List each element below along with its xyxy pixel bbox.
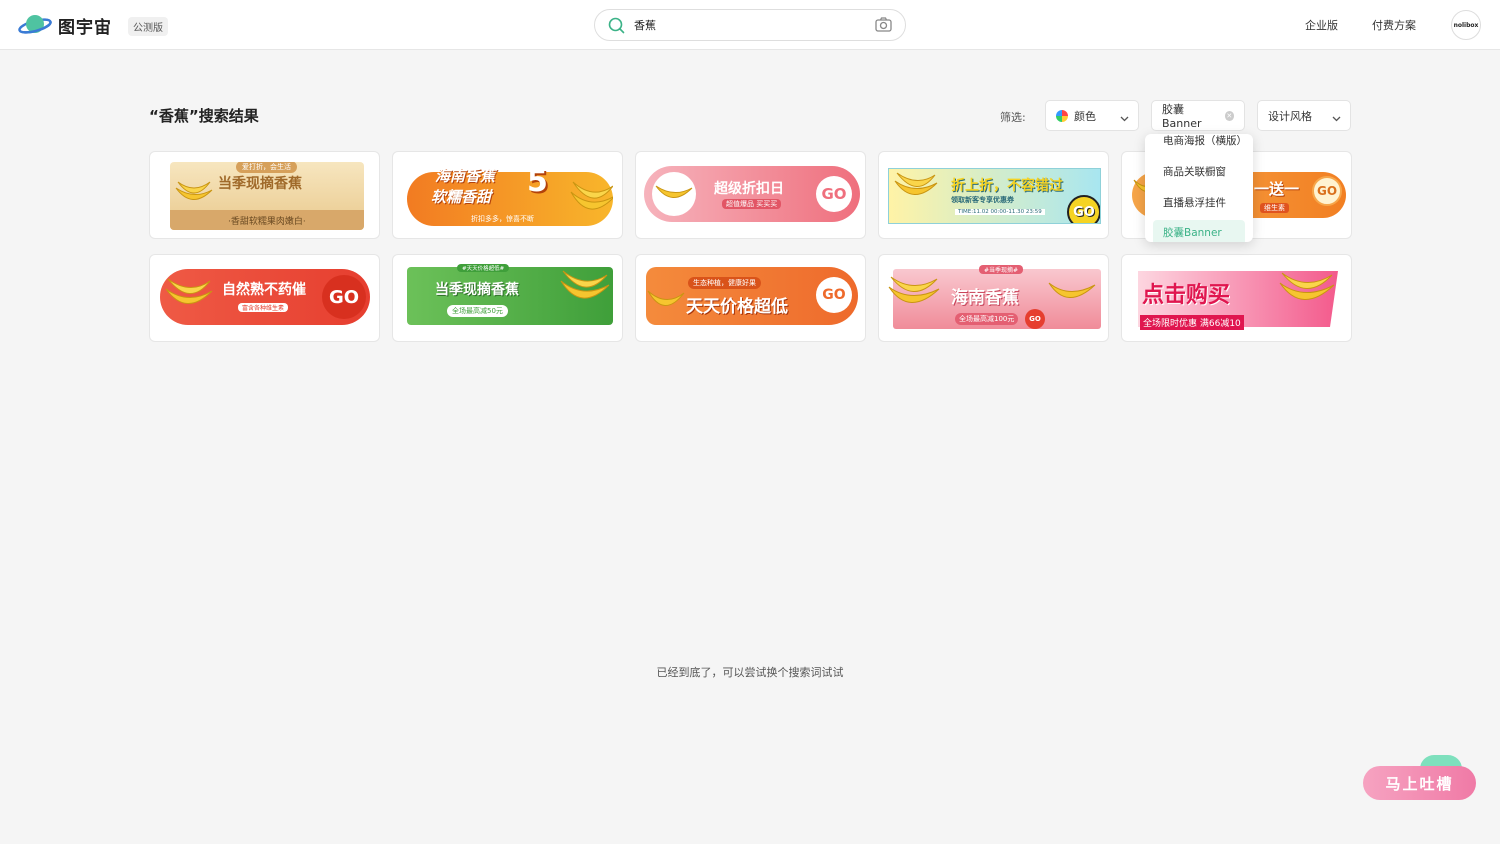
banner-tag: #当季现摘# [979, 265, 1024, 274]
search-box[interactable] [594, 9, 906, 41]
banana-icon [164, 277, 214, 321]
chevron-down-icon [1120, 112, 1129, 125]
banner-title: 海南香蕉 [435, 167, 496, 185]
banana-icon [172, 176, 214, 214]
banner-image: 自然熟不药催 富含各种维生素 GO [160, 269, 370, 325]
banana-icon [567, 178, 613, 226]
go-button: GO [816, 277, 852, 313]
type-filter-button[interactable]: 胶囊Banner ✕ [1151, 100, 1245, 131]
go-button: GO [1312, 176, 1342, 206]
banner-title: 海南香蕉 [951, 288, 1019, 308]
banner-title-2: 软糯香甜 [431, 188, 492, 206]
top-header: 图宇宙 公测版 企业版 付费方案 nolibox [0, 0, 1500, 50]
dropdown-item-live-widget[interactable]: 直播悬浮挂件 [1153, 190, 1245, 216]
banner-subtitle: 全场最高减100元 [955, 313, 1019, 325]
banner-tag: 爱打折，会生活 [236, 162, 297, 173]
go-button: GO [816, 176, 852, 212]
go-button: GO [1067, 195, 1100, 223]
style-filter-button[interactable]: 设计风格 [1257, 100, 1351, 131]
banner-subtitle: 生态种植，健康好果 [688, 277, 761, 289]
banana-icon [557, 267, 611, 317]
end-of-results-message: 已经到底了，可以尝试换个搜索词试试 [656, 666, 844, 679]
dropdown-item-showcase[interactable]: 商品关联橱窗 [1153, 159, 1245, 185]
banner-subtitle: 全场限时优惠 满66减10 [1140, 315, 1244, 330]
type-filter-label: 胶囊Banner [1162, 103, 1202, 130]
banner-title: 当季现摘香蕉 [218, 176, 302, 192]
banner-title: 自然熟不药催 [222, 282, 306, 298]
banner-title: 超级折扣日 [714, 181, 784, 197]
banner-subtitle: 富含各种维生素 [238, 303, 289, 312]
banner-title: 折上折，不容错过 [951, 178, 1063, 194]
type-filter-dropdown: 电商海报（横版） 商品关联橱窗 直播悬浮挂件 胶囊Banner [1145, 134, 1253, 242]
user-avatar[interactable]: nolibox [1451, 10, 1481, 40]
result-card[interactable]: #天天价格超低# 当季现摘香蕉 全场最高减50元 [392, 254, 623, 342]
banana-icon [1045, 271, 1097, 315]
banana-icon [893, 171, 939, 211]
banana-icon [654, 178, 694, 212]
banner-subtitle: 维生素 [1260, 203, 1289, 213]
result-card[interactable]: 自然熟不药催 富含各种维生素 GO [149, 254, 380, 342]
banner-subtitle: 全场最高减50元 [447, 305, 508, 317]
banana-icon [1276, 269, 1336, 319]
banner-image: 超级折扣日 超值爆品 买买买 GO [644, 166, 860, 222]
result-card[interactable]: #当季现摘# 海南香蕉 全场最高减100元 GO [878, 254, 1109, 342]
go-button: GO [1025, 309, 1045, 329]
result-card[interactable]: 点击购买 全场限时优惠 满66减10 [1121, 254, 1352, 342]
nav-pricing-link[interactable]: 付费方案 [1372, 17, 1416, 33]
search-icon[interactable] [608, 17, 625, 38]
banner-subtitle: 超值爆品 买买买 [722, 199, 782, 209]
result-card[interactable]: 生态种植，健康好果 天天价格超低 GO [635, 254, 866, 342]
banana-icon [646, 279, 686, 323]
chevron-down-icon [1332, 112, 1341, 125]
banner-image: 生态种植，健康好果 天天价格超低 GO [646, 267, 858, 325]
logo-text: 图宇宙 [58, 17, 112, 38]
result-card[interactable]: 折上折，不容错过 领取新客专享优惠券 TIME:11.02 00:00-11.3… [878, 151, 1109, 239]
banner-image: 点击购买 全场限时优惠 满66减10 [1136, 263, 1342, 335]
go-button: GO [322, 275, 366, 319]
banner-image: 爱打折，会生活 当季现摘香蕉 ·香甜软糯果肉嫩白· [170, 162, 364, 230]
color-filter-label: 颜色 [1074, 109, 1096, 123]
color-wheel-icon [1056, 109, 1068, 122]
filter-label: 筛选: [1000, 111, 1026, 124]
result-card[interactable]: 爱打折，会生活 当季现摘香蕉 ·香甜软糯果肉嫩白· [149, 151, 380, 239]
banana-icon [885, 273, 941, 321]
banner-image: 海南香蕉 软糯香甜 5 折扣多多，惊喜不断 [407, 166, 613, 226]
banner-title: 当季现摘香蕉 [435, 282, 519, 298]
nav-enterprise-link[interactable]: 企业版 [1305, 17, 1338, 33]
camera-icon[interactable] [875, 17, 892, 36]
banner-subtitle: 折扣多多，惊喜不断 [471, 215, 534, 223]
banner-image: #当季现摘# 海南香蕉 全场最高减100元 GO [885, 263, 1105, 333]
banner-number: 5 [527, 166, 548, 199]
logo[interactable]: 图宇宙 [18, 12, 112, 38]
banner-time: TIME:11.02 00:00-11.30 23:59 [955, 209, 1045, 215]
dropdown-item-capsule-banner[interactable]: 胶囊Banner [1153, 220, 1245, 242]
banner-subtitle: ·香甜软糯果肉嫩白· [228, 217, 306, 227]
banner-image: #天天价格超低# 当季现摘香蕉 全场最高减50元 [407, 263, 613, 331]
planet-logo-icon [18, 12, 52, 38]
banner-title: 一送一 [1254, 180, 1300, 198]
result-card[interactable]: 超级折扣日 超值爆品 买买买 GO [635, 151, 866, 239]
banner-image: 折上折，不容错过 领取新客专享优惠券 TIME:11.02 00:00-11.3… [888, 168, 1101, 224]
banner-tag: #天天价格超低# [457, 264, 510, 272]
search-input[interactable] [634, 15, 864, 35]
page-title: “香蕉”搜索结果 [149, 107, 259, 125]
banner-subtitle: 领取新客专享优惠券 [951, 196, 1014, 204]
style-filter-label: 设计风格 [1268, 109, 1312, 123]
dropdown-item-poster[interactable]: 电商海报（横版） [1153, 134, 1247, 154]
result-card[interactable]: 海南香蕉 软糯香甜 5 折扣多多，惊喜不断 [392, 151, 623, 239]
clear-filter-icon[interactable]: ✕ [1224, 110, 1234, 121]
feedback-button[interactable]: 马上吐槽 [1363, 766, 1476, 800]
banner-title: 点击购买 [1142, 283, 1231, 308]
beta-badge: 公测版 [128, 17, 168, 36]
color-filter-button[interactable]: 颜色 [1045, 100, 1139, 131]
banner-title: 天天价格超低 [686, 297, 788, 317]
